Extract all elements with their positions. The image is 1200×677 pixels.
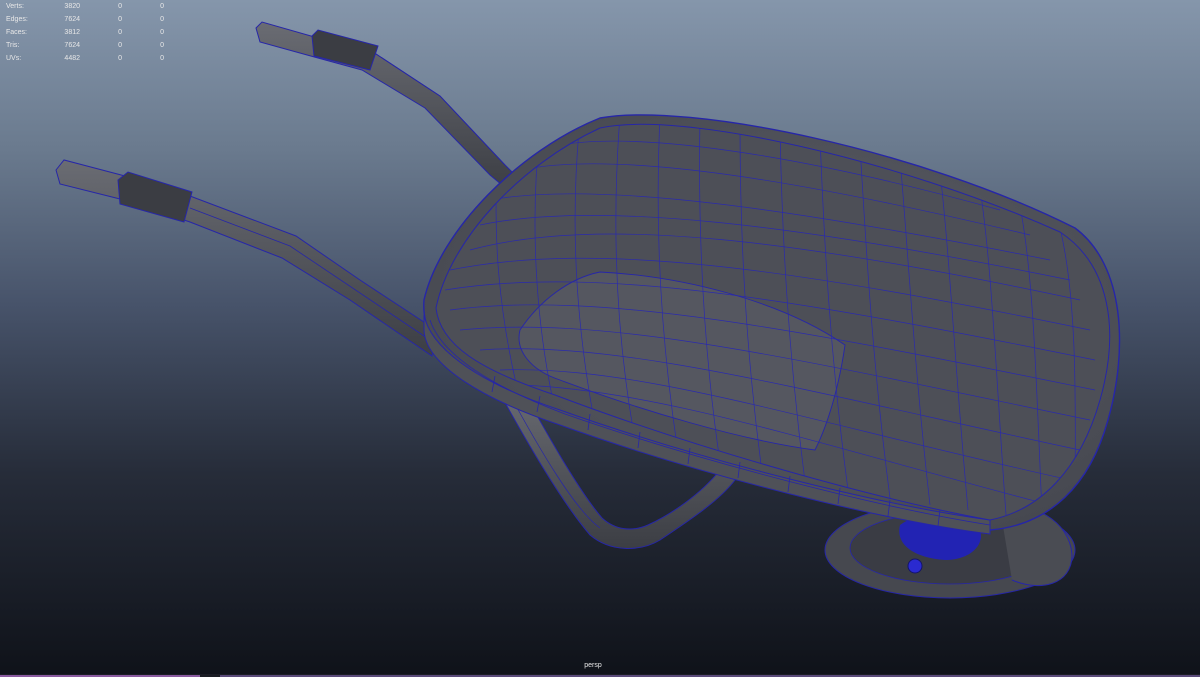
hud-row-faces: Faces: 3812 0 0: [0, 26, 170, 39]
poly-count-hud: Verts: 3820 0 0 Edges: 7624 0 0 Faces: 3…: [0, 0, 170, 65]
hud-value: 0: [160, 3, 164, 10]
hud-value: 0: [118, 42, 122, 49]
hud-value: 4482: [64, 55, 80, 62]
camera-label: persp: [584, 662, 602, 669]
hud-value: 0: [160, 42, 164, 49]
hud-row-uvs: UVs: 4482 0 0: [0, 52, 170, 65]
hud-value: 0: [118, 29, 122, 36]
hud-row-tris: Tris: 7624 0 0: [0, 39, 170, 52]
hud-value: 0: [160, 55, 164, 62]
hud-value: 3820: [64, 3, 80, 10]
hud-value: 0: [118, 55, 122, 62]
perspective-viewport[interactable]: Verts: 3820 0 0 Edges: 7624 0 0 Faces: 3…: [0, 0, 1200, 677]
hud-value: 0: [118, 16, 122, 23]
hud-label: Edges:: [6, 16, 28, 23]
hud-row-verts: Verts: 3820 0 0: [0, 0, 170, 13]
tray: [423, 114, 1121, 535]
hud-label: UVs:: [6, 55, 22, 62]
wheelbarrow-model[interactable]: [0, 0, 1200, 677]
hud-value: 7624: [64, 42, 80, 49]
hud-label: Verts:: [6, 3, 24, 10]
hud-value: 3812: [64, 29, 80, 36]
hud-value: 0: [160, 16, 164, 23]
hud-value: 0: [160, 29, 164, 36]
hud-row-edges: Edges: 7624 0 0: [0, 13, 170, 26]
hud-label: Tris:: [6, 42, 20, 49]
front-handle: [55, 159, 437, 357]
hud-value: 0: [118, 3, 122, 10]
back-handle: [255, 21, 521, 191]
hud-label: Faces:: [6, 29, 28, 36]
hud-value: 7624: [64, 16, 80, 23]
